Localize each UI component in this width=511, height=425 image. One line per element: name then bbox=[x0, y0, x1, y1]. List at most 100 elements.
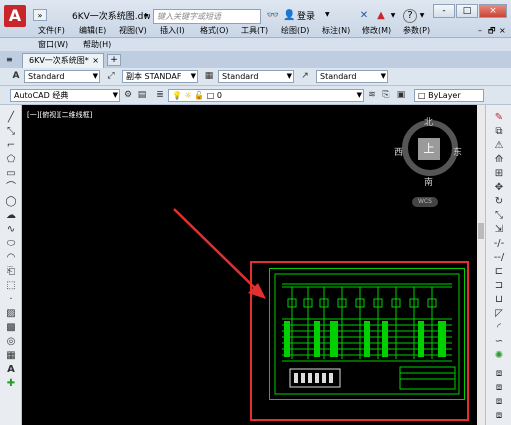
spline-icon[interactable]: ∿ bbox=[3, 223, 19, 236]
table-style-icon[interactable]: ▦ bbox=[202, 70, 216, 83]
color-select[interactable]: □ ByLayer bbox=[414, 89, 484, 102]
ellipse-icon[interactable]: ⬭ bbox=[3, 237, 19, 250]
polygon-icon[interactable]: ⬠ bbox=[3, 153, 19, 166]
menu-help[interactable]: 帮助(H) bbox=[83, 38, 111, 52]
layer-select[interactable]: 💡 ☼ 🔓 □ 0 ▼ bbox=[168, 89, 364, 102]
join-icon[interactable]: ⊔ bbox=[491, 293, 507, 306]
revision-cloud-icon[interactable]: ☁ bbox=[3, 209, 19, 222]
blend-icon[interactable]: ∽ bbox=[491, 335, 507, 348]
new-tab-icon[interactable]: + bbox=[107, 54, 121, 66]
circle-icon[interactable]: ◯ bbox=[3, 195, 19, 208]
construction-line-icon[interactable]: ⤡ bbox=[3, 125, 19, 138]
menu-format[interactable]: 格式(O) bbox=[200, 24, 229, 38]
multileader-style-icon[interactable]: ↗ bbox=[298, 70, 312, 83]
menu-edit[interactable]: 编辑(E) bbox=[79, 24, 106, 38]
menu-dimension[interactable]: 标注(N) bbox=[322, 24, 350, 38]
menu-window[interactable]: 窗口(W) bbox=[38, 38, 68, 52]
dim-style-select[interactable]: 副本 STANDAF ▼ bbox=[122, 70, 198, 83]
login-link[interactable]: 登录 bbox=[297, 9, 341, 23]
point-icon[interactable]: · bbox=[3, 293, 19, 306]
gear-icon[interactable]: ⚙ bbox=[122, 89, 134, 102]
ellipse-arc-icon[interactable]: ◠ bbox=[3, 251, 19, 264]
scale-icon[interactable]: ⤡ bbox=[491, 209, 507, 222]
extend-icon[interactable]: --/ bbox=[491, 251, 507, 264]
menu-tools[interactable]: 工具(T) bbox=[241, 24, 268, 38]
trim-icon[interactable]: -/- bbox=[491, 237, 507, 250]
workspace-settings-icon[interactable]: ▤ bbox=[136, 89, 148, 102]
search-input[interactable]: 键入关键字或短语 bbox=[153, 9, 261, 24]
draw-order-icon[interactable]: ⧈ bbox=[491, 367, 507, 380]
mirror-icon[interactable]: ⚠ bbox=[491, 139, 507, 152]
erase-icon[interactable]: ✎ bbox=[491, 111, 507, 124]
user-icon: 👤 bbox=[283, 10, 296, 21]
fillet-icon[interactable]: ◜ bbox=[491, 321, 507, 334]
chevron-down-icon: ▼ bbox=[112, 91, 118, 99]
move-icon[interactable]: ✥ bbox=[491, 181, 507, 194]
draw-order-above-icon[interactable]: ⧈ bbox=[491, 409, 507, 422]
rectangle-icon[interactable]: ▭ bbox=[3, 167, 19, 180]
hatch-icon[interactable]: ▨ bbox=[3, 307, 19, 320]
arc-icon[interactable]: ⌒ bbox=[3, 181, 19, 194]
make-block-icon[interactable]: ⬚ bbox=[3, 279, 19, 292]
stretch-icon[interactable]: ⇲ bbox=[491, 223, 507, 236]
chevron-down-icon: ▼ bbox=[356, 91, 362, 99]
multiline-text-icon[interactable]: A bbox=[3, 363, 19, 376]
make-current-layer-icon[interactable]: ≋ bbox=[366, 89, 378, 102]
table-style-select[interactable]: Standard ▼ bbox=[218, 70, 294, 83]
copy-icon[interactable]: ⧉ bbox=[491, 125, 507, 138]
menu-parametric[interactable]: 参数(P) bbox=[403, 24, 430, 38]
autodesk-app-icon[interactable]: ▲ bbox=[374, 9, 388, 23]
tab-close-icon[interactable]: × bbox=[92, 54, 99, 68]
gradient-icon[interactable]: ▩ bbox=[3, 321, 19, 334]
chevron-right-icon[interactable]: ▸ bbox=[145, 10, 149, 19]
add-selected-icon[interactable]: ✚ bbox=[3, 377, 19, 390]
exchange-icon[interactable]: ✕ bbox=[357, 9, 371, 23]
vertical-scrollbar[interactable] bbox=[477, 105, 485, 425]
binoculars-icon[interactable]: 👓 bbox=[266, 9, 280, 23]
tab-document[interactable]: 6KV一次系统图* × bbox=[22, 53, 104, 68]
menu-modify[interactable]: 修改(M) bbox=[362, 24, 391, 38]
chevron-down-icon: ▼ bbox=[190, 72, 196, 80]
array-icon[interactable]: ⊞ bbox=[491, 167, 507, 180]
region-icon[interactable]: ◎ bbox=[3, 335, 19, 348]
multileader-style-select[interactable]: Standard ▼ bbox=[316, 70, 388, 83]
cad-drawing-sheet[interactable] bbox=[269, 268, 465, 400]
polyline-icon[interactable]: ⌐ bbox=[3, 139, 19, 152]
chevron-down-icon[interactable]: ▼ bbox=[418, 9, 426, 23]
doc-restore-icon[interactable]: 🗗 bbox=[488, 24, 496, 38]
minimize-button[interactable]: - bbox=[433, 4, 455, 18]
menu-file[interactable]: 文件(F) bbox=[38, 24, 65, 38]
break-icon[interactable]: ⊐ bbox=[491, 279, 507, 292]
text-style-icon[interactable]: A bbox=[10, 70, 22, 83]
text-style-select[interactable]: Standard ▼ bbox=[24, 70, 100, 83]
doc-minimize-icon[interactable]: – bbox=[478, 24, 482, 38]
draw-order-front-icon[interactable]: ⧈ bbox=[491, 381, 507, 394]
maximize-button[interactable]: □ bbox=[456, 4, 478, 18]
chamfer-icon[interactable]: ◸ bbox=[491, 307, 507, 320]
layer-states-icon[interactable]: ▣ bbox=[395, 89, 407, 102]
help-icon[interactable]: ? bbox=[403, 9, 417, 23]
menu-draw[interactable]: 绘图(D) bbox=[281, 24, 309, 38]
offset-icon[interactable]: ⟰ bbox=[491, 153, 507, 166]
chevron-down-icon[interactable]: ▼ bbox=[325, 11, 330, 18]
workspace-select[interactable]: AutoCAD 经典 ▼ bbox=[10, 89, 120, 102]
doc-close-icon[interactable]: × bbox=[499, 24, 506, 38]
layer-properties-icon[interactable]: ≣ bbox=[154, 89, 166, 102]
scrollbar-thumb[interactable] bbox=[478, 223, 484, 239]
menu-insert[interactable]: 插入(I) bbox=[160, 24, 185, 38]
close-button[interactable]: × bbox=[479, 4, 507, 18]
dim-style-icon[interactable]: ⤢ bbox=[104, 70, 118, 83]
break-at-point-icon[interactable]: ⊏ bbox=[491, 265, 507, 278]
insert-block-icon[interactable]: ⎗ bbox=[3, 265, 19, 278]
explode-icon[interactable]: ✺ bbox=[491, 349, 507, 362]
line-icon[interactable]: ╱ bbox=[3, 111, 19, 124]
chevron-down-icon[interactable]: ▼ bbox=[389, 9, 397, 23]
layers-toolbar: AutoCAD 经典 ▼ ⚙ ▤ ≣ 💡 ☼ 🔓 □ 0 ▼ ≋ ⎘ ▣ □ By… bbox=[0, 86, 511, 105]
menu-view[interactable]: 视图(V) bbox=[119, 24, 147, 38]
draw-order-back-icon[interactable]: ⧈ bbox=[491, 395, 507, 408]
tab-menu-icon[interactable]: ≡ bbox=[6, 55, 13, 64]
table-icon[interactable]: ▦ bbox=[3, 349, 19, 362]
rotate-icon[interactable]: ↻ bbox=[491, 195, 507, 208]
quick-access-menu-icon[interactable]: » bbox=[33, 9, 47, 21]
layer-previous-icon[interactable]: ⎘ bbox=[380, 89, 392, 102]
